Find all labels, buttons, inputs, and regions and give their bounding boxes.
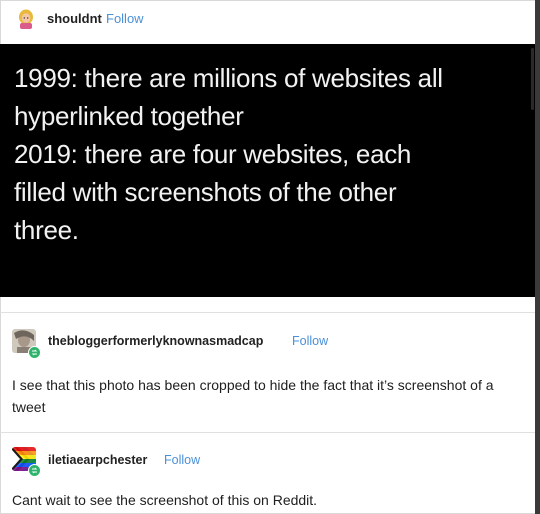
reblog-badge-icon xyxy=(28,346,41,359)
reblog-follow-link[interactable]: Follow xyxy=(292,334,328,348)
panel-scrollbar xyxy=(531,48,534,110)
post-username[interactable]: shouldnt xyxy=(47,11,102,26)
tweet-line: 1999: there are millions of websites all xyxy=(14,63,443,93)
tweet-line: 2019: there are four websites, each xyxy=(14,139,412,169)
reblog-comment: I see that this photo has been cropped t… xyxy=(12,377,494,415)
post-header: shouldnt Follow xyxy=(0,0,532,44)
reblog-username[interactable]: thebloggerformerlyknownasmadcap xyxy=(48,334,263,348)
reblog-username[interactable]: iletiaearpchester xyxy=(48,453,147,467)
reblog-comment: Cant wait to see the screenshot of this … xyxy=(12,492,318,508)
tweet-text: 1999: there are millions of websites all… xyxy=(14,59,524,249)
window-edge xyxy=(535,0,540,514)
tweet-line: three. xyxy=(14,215,79,245)
tweet-line: filled with screenshots of the other xyxy=(14,177,397,207)
divider xyxy=(0,312,535,313)
post-follow-link[interactable]: Follow xyxy=(106,11,144,26)
tweet-line: hyperlinked together xyxy=(14,101,244,131)
reblog-follow-link[interactable]: Follow xyxy=(164,453,200,467)
blonde-person-icon[interactable] xyxy=(17,9,35,29)
divider xyxy=(0,432,535,433)
reblog-badge-icon xyxy=(28,464,41,477)
